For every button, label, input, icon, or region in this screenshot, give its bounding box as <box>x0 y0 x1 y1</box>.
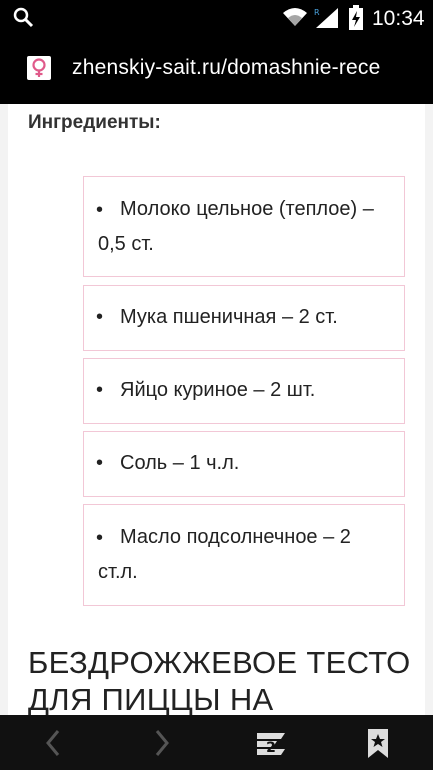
ingredient-text: Масло подсолнечное – 2 ст.л. <box>98 526 351 583</box>
tabs-icon[interactable]: 2 <box>253 725 289 761</box>
ingredient-text: Мука пшеничная – 2 ст. <box>120 306 338 328</box>
ingredient-item: • Мука пшеничная – 2 ст. <box>83 285 405 351</box>
forward-icon[interactable] <box>143 725 179 761</box>
ingredient-item: • Масло подсолнечное – 2 ст.л. <box>83 504 405 606</box>
status-time: 10:34 <box>372 7 425 30</box>
ingredient-item: • Яйцо куриное – 2 шт. <box>83 358 405 424</box>
signal-icon: R <box>312 6 340 30</box>
ingredient-item: • Молоко цельное (теплое) – 0,5 ст. <box>83 176 405 277</box>
tab-count: 2 <box>266 740 276 756</box>
back-icon[interactable] <box>36 725 72 761</box>
svg-text:R: R <box>314 8 320 17</box>
section-title: БЕЗДРОЖЖЕВОЕ ТЕСТО ДЛЯ ПИЦЦЫ НА <box>28 645 411 715</box>
url-text[interactable]: zhenskiy-sait.ru/domashnie-rece <box>72 56 381 80</box>
search-icon[interactable] <box>12 6 34 28</box>
wifi-icon <box>282 6 308 28</box>
bookmark-icon[interactable] <box>360 725 396 761</box>
status-bar: R 10:34 <box>0 0 433 36</box>
page-content: Ингредиенты: • Молоко цельное (теплое) –… <box>0 104 433 715</box>
ingredient-item: • Соль – 1 ч.л. <box>83 431 405 497</box>
battery-charging-icon <box>348 5 364 31</box>
ingredient-text: Яйцо куриное – 2 шт. <box>120 379 316 401</box>
ingredients-heading: Ингредиенты: <box>28 112 161 133</box>
ingredient-text: Соль – 1 ч.л. <box>120 452 240 474</box>
site-favicon-icon <box>27 56 51 80</box>
ingredient-text: Молоко цельное (теплое) – 0,5 ст. <box>98 198 374 255</box>
bottom-nav-bar: 2 <box>0 715 433 770</box>
